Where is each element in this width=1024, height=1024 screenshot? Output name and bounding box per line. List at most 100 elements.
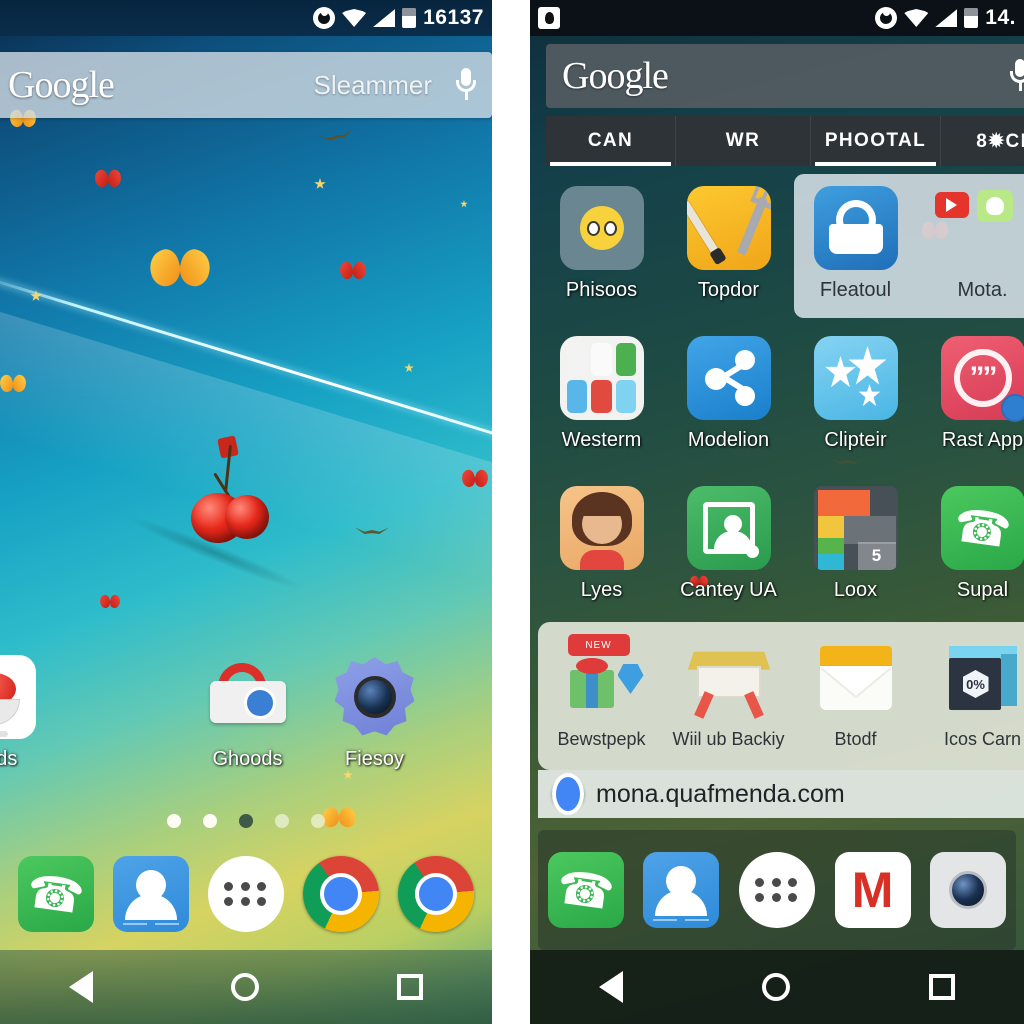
page-dot-active[interactable]: [239, 814, 253, 828]
app-label: Btodf: [834, 729, 877, 749]
camera-icon[interactable]: [930, 852, 1007, 928]
folder-icon[interactable]: [559, 336, 644, 420]
app-cell-westerm[interactable]: Westerm: [538, 326, 665, 476]
app-cell-lyes[interactable]: Lyes: [538, 476, 665, 626]
page-dot[interactable]: [167, 814, 181, 828]
chat-ring-icon[interactable]: ””: [940, 336, 1024, 422]
chrome-icon[interactable]: [552, 778, 584, 810]
app-label: Topdor: [697, 279, 760, 301]
google-logo: Google: [562, 55, 669, 97]
app-cell-phisoos[interactable]: Phisoos: [538, 176, 665, 326]
right-status-bar: 14.: [530, 0, 1024, 36]
home-circle-icon[interactable]: [761, 973, 790, 1001]
color-tiles-icon[interactable]: 5: [813, 486, 898, 570]
app-cell-fleatoul[interactable]: Fleatoul: [792, 176, 919, 326]
back-triangle-icon[interactable]: [69, 971, 93, 1003]
right-status-icons: 14.: [875, 6, 1016, 30]
tab-label: 8✹CH: [976, 130, 1024, 152]
tab-bar: CAN WR PHOOTAL 8✹CH: [546, 116, 1024, 166]
open-box-icon[interactable]: [687, 636, 771, 720]
gift-box-icon[interactable]: NEW: [560, 634, 644, 720]
wifi-icon: [904, 9, 929, 27]
bell-badge-icon: [976, 190, 1013, 222]
camera-bag-icon[interactable]: [206, 655, 290, 739]
recents-square-icon[interactable]: [397, 974, 423, 1000]
app-label: Rast App: [941, 429, 1024, 451]
photo-frame-icon[interactable]: [686, 486, 771, 570]
app-row: Lyes Cantey UA 5 Loox ☎ Supal: [538, 476, 1024, 626]
app-label: Lyes: [580, 579, 623, 601]
share-icon[interactable]: [686, 336, 771, 420]
gear-camera-icon[interactable]: [333, 655, 417, 739]
contacts-icon[interactable]: [643, 852, 720, 928]
dessert-bowl-icon[interactable]: [0, 655, 36, 739]
app-label: Mota.: [957, 279, 1008, 301]
play-bell-icon[interactable]: [934, 186, 1024, 270]
girl-avatar-icon[interactable]: [559, 486, 644, 570]
contacts-icon[interactable]: [112, 856, 189, 932]
app-label: Modelion: [687, 429, 770, 451]
tab-wr[interactable]: WR: [676, 116, 811, 166]
right-app-grid: Phisoos Topdor Fleatoul Mota. Westerm Mo…: [538, 176, 1024, 776]
page-dot[interactable]: [203, 814, 217, 828]
app-cell-cantey-ua[interactable]: Cantey UA: [665, 476, 792, 626]
right-status-notifications: [538, 7, 875, 29]
back-triangle-icon[interactable]: [599, 971, 624, 1003]
page-dot[interactable]: [311, 814, 325, 828]
blue-bag-icon[interactable]: [813, 186, 898, 270]
play-badge-icon: [934, 192, 969, 218]
app-cell-rast-app[interactable]: ”” Rast App: [919, 326, 1024, 476]
envelope-icon[interactable]: [814, 636, 898, 720]
app-cell-btodf[interactable]: Btodf: [792, 626, 919, 776]
url-bar[interactable]: mona.quafmenda.com: [538, 770, 1024, 818]
wallpaper-butterfly: [98, 593, 122, 610]
url-text[interactable]: mona.quafmenda.com: [596, 780, 845, 809]
app-label: Supal: [956, 579, 1009, 601]
wallpaper-bird: [319, 127, 355, 148]
tab-8ch[interactable]: 8✹CH: [941, 116, 1024, 166]
sun-face-icon[interactable]: [559, 186, 644, 270]
recents-square-icon[interactable]: [928, 974, 955, 1000]
app-cell-supal[interactable]: ☎ Supal: [919, 476, 1024, 626]
google-search-widget[interactable]: Google Sleammer: [0, 52, 492, 118]
green-phone-icon[interactable]: ☎: [940, 486, 1024, 570]
home-circle-icon[interactable]: [231, 973, 259, 1001]
sparkle-stars-icon[interactable]: [813, 336, 898, 420]
fork-brush-icon[interactable]: [686, 186, 771, 270]
google-search-widget[interactable]: Google: [546, 44, 1024, 108]
app-cell-clipteir[interactable]: Clipteir: [792, 326, 919, 476]
app-drawer-icon[interactable]: [207, 856, 284, 932]
app-cell-wiil-ub-backiy[interactable]: Wiil ub Backiy: [665, 626, 792, 776]
app-cell-ghoods[interactable]: Ghoods: [184, 645, 311, 795]
app-cell-fiesoy[interactable]: Fiesoy: [311, 645, 438, 795]
cube-icon[interactable]: 0%: [941, 636, 1024, 720]
phone-icon[interactable]: ☎: [17, 856, 94, 932]
wallpaper-star: [460, 200, 468, 208]
panel-divider: [492, 0, 530, 1024]
gmail-icon[interactable]: M: [834, 852, 911, 928]
battery-icon: [964, 8, 979, 28]
microphone-icon[interactable]: [456, 68, 476, 102]
app-cell-icos-carn[interactable]: 0% Icos Carn: [919, 626, 1024, 776]
wallpaper-butterfly: [145, 246, 215, 290]
status-clock: 16137: [423, 6, 484, 29]
wifi-icon: [342, 9, 367, 27]
phone-icon[interactable]: ☎: [547, 852, 624, 928]
tab-can[interactable]: CAN: [546, 116, 676, 166]
left-status-bar: 16137: [0, 0, 492, 36]
app-cell-loox[interactable]: 5 Loox: [792, 476, 919, 626]
tab-phootal[interactable]: PHOOTAL: [811, 116, 941, 166]
wallpaper-star: [314, 178, 326, 189]
app-cell-topdor[interactable]: Topdor: [665, 176, 792, 326]
app-cell-mota[interactable]: Mota.: [919, 176, 1024, 326]
microphone-icon[interactable]: [1010, 59, 1024, 93]
right-nav-bar: [530, 950, 1024, 1024]
chrome-icon[interactable]: [303, 856, 380, 932]
app-cell-loods[interactable]: loods: [0, 645, 57, 795]
app-cell-bewstpepk[interactable]: NEW Bewstpepk: [538, 626, 665, 776]
chrome-icon[interactable]: [398, 856, 475, 932]
search-query-text[interactable]: Sleammer: [114, 70, 456, 101]
app-cell-modelion[interactable]: Modelion: [665, 326, 792, 476]
page-dot[interactable]: [275, 814, 289, 828]
app-drawer-icon[interactable]: [738, 852, 815, 928]
